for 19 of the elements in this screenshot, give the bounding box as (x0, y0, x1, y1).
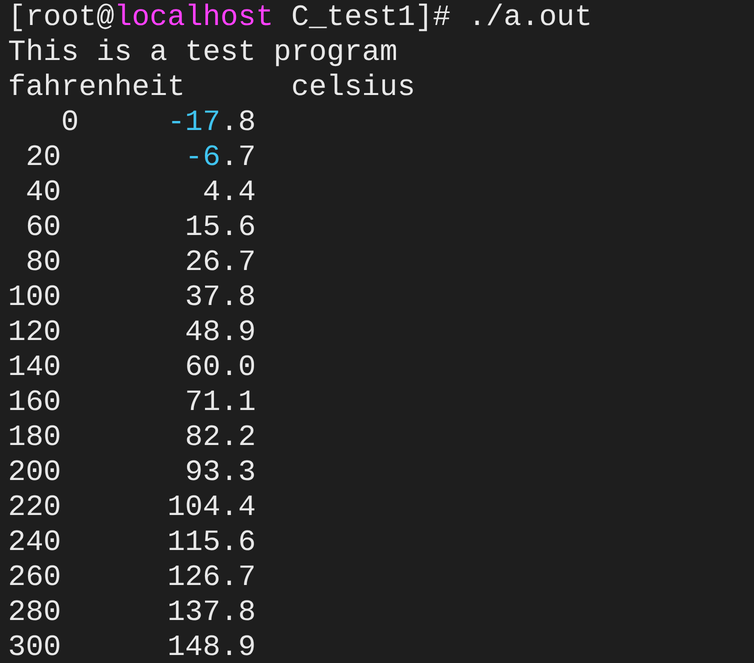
terminal-line: 60 15.6 (24, 210, 256, 245)
terminal-line: 240 115.6 (8, 525, 256, 560)
terminal-line: 100 37.8 (8, 280, 256, 315)
terminal-line: [root@localhost C_test1]# ./a.out (8, 0, 592, 35)
terminal-line: 300 148.9 (8, 630, 256, 663)
terminal-line: 180 82.2 (8, 420, 256, 455)
terminal-line: fahrenheit celsius (8, 70, 416, 105)
terminal-line: 20 -6.7 (24, 140, 256, 175)
terminal-line: This is a test program (8, 35, 398, 70)
terminal-line: 160 71.1 (8, 385, 256, 420)
terminal-line: 260 126.7 (8, 560, 256, 595)
terminal-line: 40 4.4 (24, 175, 256, 210)
terminal-line: 80 26.7 (24, 245, 256, 280)
terminal-line: 0 -17.8 (60, 105, 256, 140)
terminal-line: 120 48.9 (8, 315, 256, 350)
terminal-line: 140 60.0 (8, 350, 256, 385)
terminal-line: 200 93.3 (8, 455, 256, 490)
terminal-line: 280 137.8 (8, 595, 256, 630)
terminal-line: 220 104.4 (8, 490, 256, 525)
